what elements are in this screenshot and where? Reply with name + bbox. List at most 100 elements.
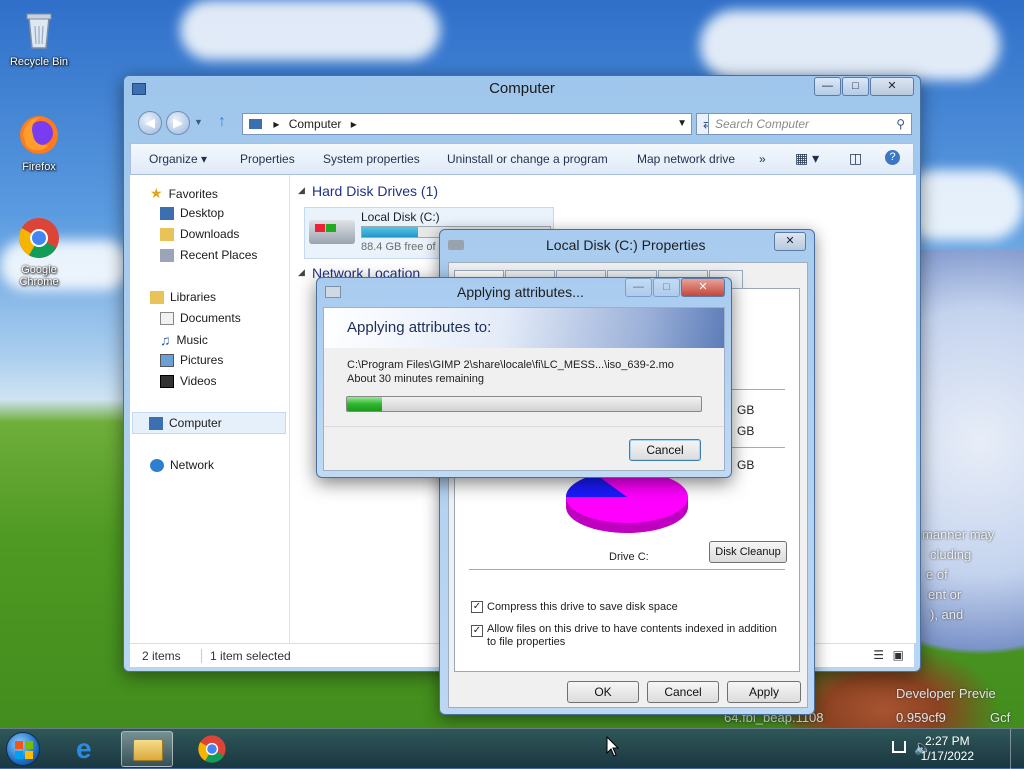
network-icon (150, 458, 164, 472)
desktop-folder-icon (160, 206, 174, 220)
folder-icon (133, 739, 163, 761)
ok-button[interactable]: OK (567, 681, 639, 703)
desktop-icon-firefox[interactable]: Firefox (4, 113, 74, 173)
applying-attributes-dialog: Applying attributes... — □ ✕ Applying at… (316, 277, 732, 478)
help-icon[interactable]: ? (885, 150, 900, 165)
map-network-drive-button[interactable]: Map network drive (637, 152, 735, 166)
drive-label: Drive C: (609, 551, 649, 563)
current-file-path: C:\Program Files\GIMP 2\share\locale\fi\… (347, 359, 674, 371)
mouse-cursor-icon (606, 736, 620, 757)
large-icons-view-icon[interactable]: ▣ (893, 648, 904, 662)
recent-pages-chevron-icon[interactable]: ▼ (194, 117, 203, 127)
watermark-line: Gcf (990, 710, 1011, 725)
compress-checkbox[interactable]: ✓ (471, 601, 483, 613)
watermark-line: Developer Previe (896, 686, 996, 701)
collapse-arrow-icon[interactable]: ◢ (298, 267, 305, 278)
system-properties-button[interactable]: System properties (323, 152, 420, 166)
libraries-icon (150, 290, 164, 304)
up-arrow-icon[interactable]: ↑ (218, 113, 226, 131)
usage-pie-chart (565, 475, 688, 533)
watermark-line: 0.959cf9 (896, 710, 946, 725)
maximize-button[interactable]: □ (842, 77, 869, 96)
desktop-icon-label: Firefox (22, 161, 56, 173)
desktop-icon-label: Recycle Bin (9, 56, 69, 68)
action-center-icon[interactable] (892, 741, 906, 753)
cancel-button[interactable]: Cancel (629, 439, 701, 461)
nav-desktop[interactable]: Desktop (160, 206, 224, 220)
address-dropdown-icon[interactable]: ▼ (677, 114, 687, 134)
nav-documents[interactable]: Documents (160, 311, 241, 325)
nav-downloads[interactable]: Downloads (160, 227, 239, 241)
dialog-caption-buttons: — □ ✕ (624, 278, 725, 297)
index-label: Allow files on this drive to have conten… (487, 623, 777, 648)
nav-network[interactable]: Network (150, 458, 214, 472)
dialog-title: Applying attributes... (457, 284, 584, 300)
nav-computer[interactable]: Computer (132, 412, 286, 434)
preview-pane-icon[interactable]: ◫ (849, 150, 862, 167)
collapse-arrow-icon[interactable]: ◢ (298, 185, 305, 196)
nav-pictures[interactable]: Pictures (160, 353, 223, 367)
disk-cleanup-button[interactable]: Disk Cleanup (709, 541, 787, 563)
forward-button[interactable]: ▶ (166, 111, 190, 135)
maximize-button: □ (653, 278, 680, 297)
details-view-icon[interactable]: ☰ (873, 648, 884, 662)
desktop-icon-label: Google Chrome (19, 264, 59, 288)
uninstall-program-button[interactable]: Uninstall or change a program (447, 152, 608, 166)
breadcrumb-computer[interactable]: Computer (289, 117, 342, 131)
search-placeholder: Search Computer (715, 117, 810, 131)
minimize-button[interactable]: — (814, 77, 841, 96)
downloads-folder-icon (160, 227, 174, 241)
search-icon[interactable]: ⚲ (896, 114, 905, 134)
nav-music[interactable]: ♫ Music (160, 332, 208, 348)
show-desktop-button[interactable] (1010, 729, 1024, 769)
address-bar[interactable]: ▸ Computer ▸ ▼ (242, 113, 692, 135)
dialog-body: Applying attributes to: C:\Program Files… (323, 307, 725, 471)
watermark-line: e of (926, 567, 948, 582)
navigation-pane: ★ Favorites Desktop Downloads Recent Pla… (130, 175, 290, 643)
pictures-icon (160, 353, 174, 367)
close-button[interactable]: ✕ (870, 77, 914, 96)
chrome-icon (198, 735, 226, 763)
close-button[interactable]: ✕ (681, 278, 725, 297)
breadcrumb-arrow-icon: ▸ (273, 117, 280, 131)
hard-drive-icon (309, 220, 355, 244)
watermark-line: ent or (928, 587, 962, 602)
drive-free-text: 88.4 GB free of (361, 241, 436, 253)
separator (469, 569, 785, 570)
desktop-icon-recycle-bin[interactable]: Recycle Bin (4, 8, 74, 68)
nav-recent-places[interactable]: Recent Places (160, 248, 257, 262)
drive-name: Local Disk (C:) (361, 210, 440, 224)
nav-videos[interactable]: Videos (160, 374, 216, 388)
system-clock[interactable]: 2:27 PM 1/17/2022 (921, 734, 974, 764)
nav-libraries[interactable]: Libraries (150, 290, 216, 304)
desktop-icon-google-chrome[interactable]: Google Chrome (4, 216, 74, 288)
recycle-bin-icon (17, 8, 61, 52)
taskbar-file-explorer[interactable] (121, 731, 173, 767)
taskbar-internet-explorer[interactable]: e (64, 731, 116, 767)
organize-menu[interactable]: Organize ▾ (149, 152, 207, 166)
compress-label: Compress this drive to save disk space (487, 601, 678, 613)
clock-time: 2:27 PM (924, 734, 970, 748)
breadcrumb-arrow-icon[interactable]: ▸ (351, 117, 357, 131)
index-checkbox[interactable]: ✓ (471, 625, 483, 637)
gb-label: GB (737, 424, 755, 438)
properties-button[interactable]: Properties (240, 152, 295, 166)
view-options-icon[interactable]: ▦ ▾ (795, 150, 819, 167)
back-button[interactable]: ◀ (138, 111, 162, 135)
taskbar-google-chrome[interactable] (186, 731, 238, 767)
more-commands-button[interactable]: » (759, 152, 766, 166)
dialog-app-icon (325, 286, 341, 298)
gb-label: GB (737, 458, 755, 472)
nav-favorites[interactable]: ★ Favorites (150, 185, 218, 202)
command-bar: Organize ▾ Properties System properties … (130, 143, 914, 175)
start-button[interactable] (6, 732, 40, 766)
search-input[interactable]: Search Computer ⚲ (708, 113, 912, 135)
apply-button[interactable]: Apply (727, 681, 801, 703)
dialog-banner: Applying attributes to: (324, 308, 724, 348)
properties-close-button[interactable]: ✕ (774, 232, 806, 251)
group-header-hard-disk-drives[interactable]: Hard Disk Drives (1) (312, 183, 438, 199)
minimize-button: — (625, 278, 652, 297)
item-count: 2 items (142, 649, 181, 663)
drive-icon (448, 240, 464, 250)
cancel-button[interactable]: Cancel (647, 681, 719, 703)
